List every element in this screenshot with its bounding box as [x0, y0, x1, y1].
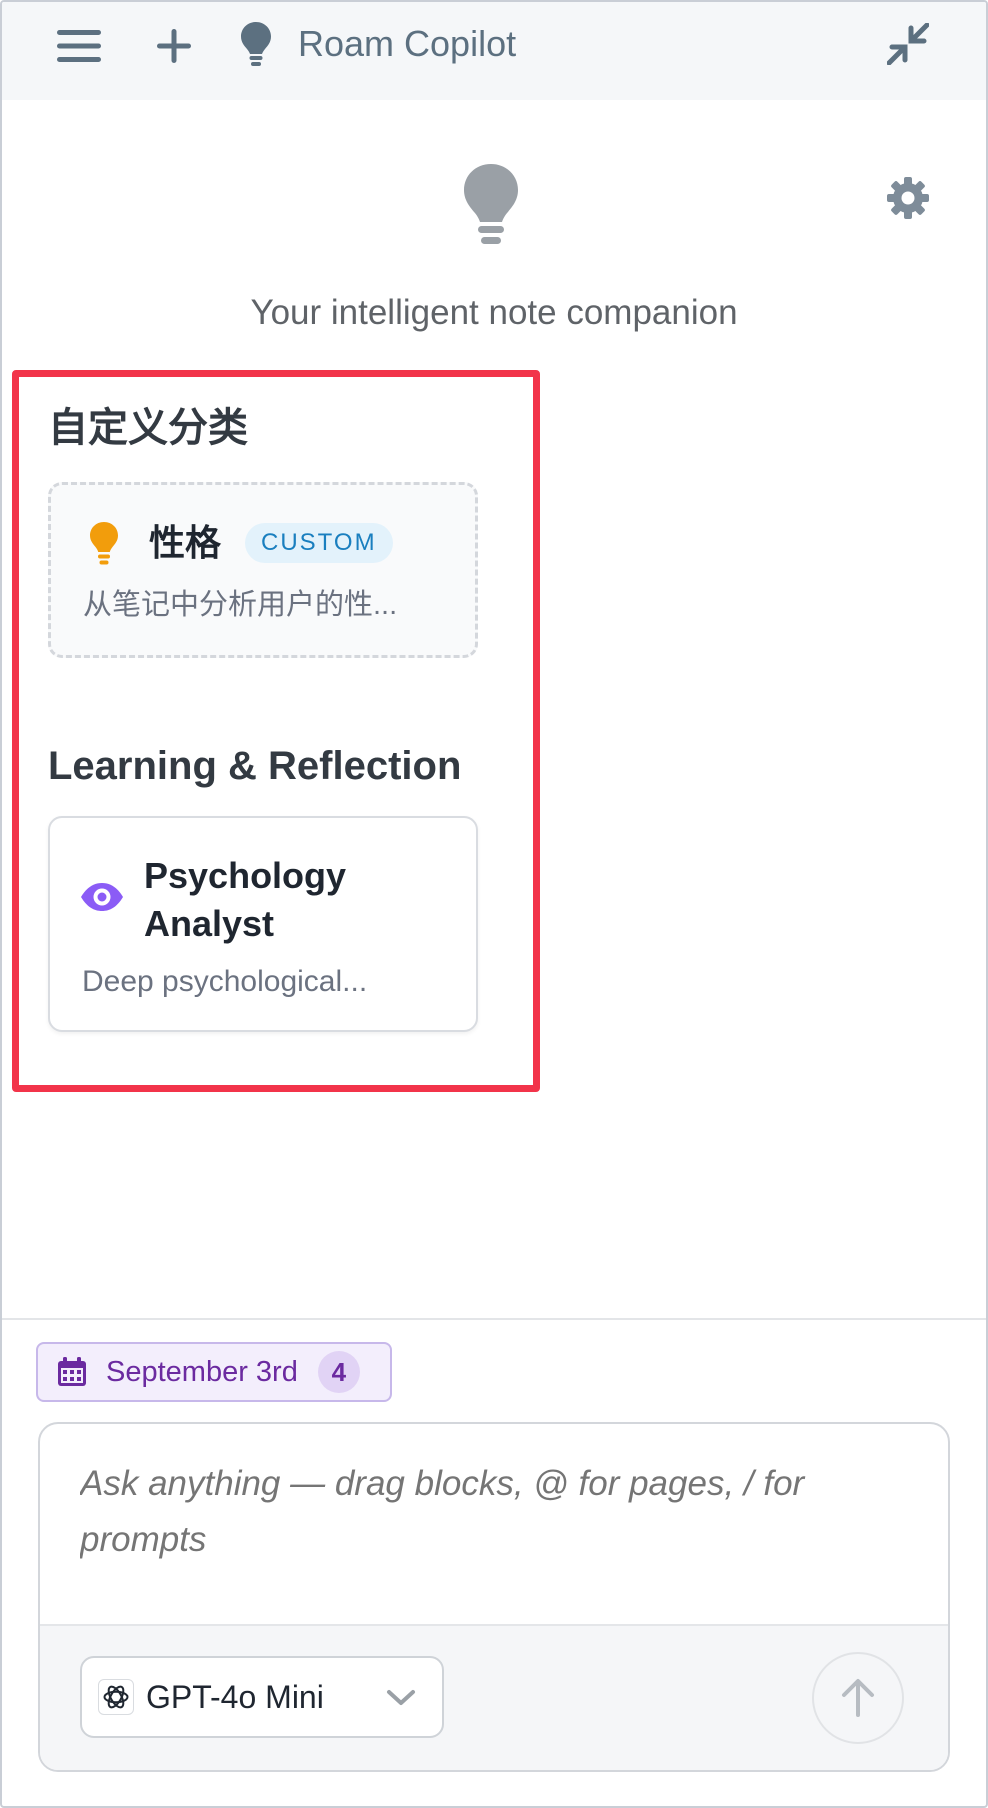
minimize-arrows-icon [887, 23, 929, 65]
tagline: Your intelligent note companion [250, 293, 738, 332]
send-button[interactable] [812, 1652, 904, 1744]
date-label: September 3rd [106, 1355, 298, 1388]
app-title: Roam Copilot [298, 23, 517, 64]
header-bar: Roam Copilot [2, 2, 986, 100]
menu-button[interactable] [54, 24, 104, 68]
custom-badge: CUSTOM [245, 523, 393, 563]
date-count-badge: 4 [317, 1351, 360, 1393]
prompt-input[interactable] [80, 1456, 900, 1586]
section-title-learning: Learning & Reflection [48, 744, 462, 788]
eye-icon [80, 882, 124, 917]
openai-icon [98, 1679, 134, 1715]
lightbulb-icon [241, 22, 271, 66]
settings-button[interactable] [882, 172, 934, 224]
section-title-custom: 自定义分类 [48, 406, 248, 450]
calendar-icon [58, 1357, 86, 1386]
plus-icon [157, 29, 191, 63]
gear-icon [887, 177, 929, 219]
lightbulb-icon [89, 521, 119, 570]
logo [238, 20, 274, 68]
prompt-card-psychology-analyst[interactable]: Psychology Analyst Deep psychological... [48, 816, 478, 1032]
composer-box: GPT-4o Mini [38, 1422, 950, 1772]
model-label: GPT-4o Mini [146, 1678, 324, 1715]
model-selector[interactable]: GPT-4o Mini [80, 1656, 444, 1738]
chevron-down-icon [387, 1690, 415, 1705]
date-context-chip[interactable]: September 3rd 4 [36, 1342, 392, 1402]
card-title-line2: Analyst [144, 903, 275, 944]
card-description: Deep psychological... [82, 965, 368, 998]
composer-toolbar: GPT-4o Mini [40, 1624, 948, 1770]
arrow-up-icon [842, 1679, 874, 1717]
composer-divider [2, 1318, 986, 1320]
collapse-button[interactable] [882, 18, 934, 70]
new-chat-button[interactable] [152, 24, 196, 68]
hero-logo [462, 162, 520, 253]
copilot-panel: Roam Copilot Your intelligent note compa… [0, 0, 988, 1808]
card-description: 从笔记中分析用户的性... [83, 589, 398, 621]
lightbulb-icon [464, 164, 518, 244]
hamburger-menu-icon [57, 30, 101, 62]
card-title: 性格 [149, 522, 222, 563]
prompt-card-personality[interactable]: 性格 CUSTOM 从笔记中分析用户的性... [48, 482, 478, 658]
card-title-line1: Psychology [144, 855, 347, 896]
